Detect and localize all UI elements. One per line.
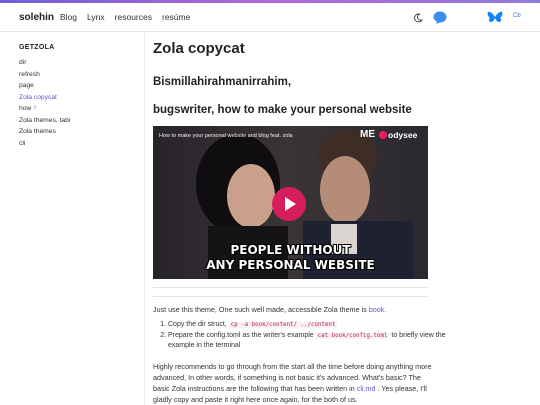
odysee-brand: odysee — [388, 130, 418, 140]
intro-text: Just use this theme, One such well made,… — [153, 305, 369, 314]
list-text: Copy the dir struct, — [168, 321, 229, 328]
language-toggle[interactable]: Cb — [513, 13, 521, 19]
list-item: Copy the dir struct, cp -a book/content/… — [168, 320, 448, 331]
meme-caption-line1: PEOPLE WITHOUT — [230, 243, 351, 257]
site-brand[interactable]: solehin — [19, 12, 54, 23]
intro-paragraph: Just use this theme, One such well made,… — [153, 305, 386, 314]
nav-resources[interactable]: resources — [115, 12, 152, 22]
nav-lynx[interactable]: Lynx — [87, 12, 105, 22]
top-nav: Blog Lynx resources resúme — [60, 12, 190, 22]
divider — [153, 287, 428, 288]
book-link[interactable]: book. — [369, 305, 387, 314]
meme-caption-line2: ANY PERSONAL WEBSITE — [206, 258, 375, 272]
sidebar-item-refresh[interactable]: refresh — [19, 69, 70, 81]
odysee-logo: odysee — [379, 130, 417, 140]
sidebar-item-how[interactable]: how ? — [19, 103, 70, 115]
divider — [153, 296, 428, 297]
meme-me-label: ME — [360, 129, 375, 140]
play-button[interactable] — [272, 187, 306, 221]
sidebar: GETZOLA dir refresh page Zola copycat ho… — [0, 32, 145, 405]
moon-icon[interactable] — [413, 13, 423, 23]
sidebar-item-label: how — [19, 105, 32, 112]
sidebar-item-dir[interactable]: dir — [19, 57, 70, 69]
greeting-heading: Bismillahirahmanirrahim, — [153, 76, 292, 88]
list-text: Prepare the config.toml as the writer's … — [168, 331, 316, 339]
sidebar-item-zola-copycat[interactable]: Zola copycat — [19, 92, 70, 104]
sidebar-item-zola-themes-tabi[interactable]: Zola themes, tabi — [19, 115, 70, 127]
site-header: solehin Blog Lynx resources resúme Cb — [0, 3, 540, 32]
list-item: Prepare the config.toml as the writer's … — [168, 331, 448, 352]
nav-resume[interactable]: resúme — [162, 12, 190, 22]
steps-list: Copy the dir struct, cp -a book/content/… — [153, 320, 448, 352]
chat-bubble-icon[interactable] — [433, 11, 447, 24]
page-title: Zola copycat — [153, 40, 245, 57]
cli-md-link[interactable]: cli.md — [357, 384, 376, 393]
sidebar-item-page[interactable]: page — [19, 80, 70, 92]
video-embed[interactable]: How to make your personal website and bl… — [153, 126, 428, 279]
video-title: How to make your personal website and bl… — [159, 133, 293, 139]
question-mark: ? — [33, 106, 37, 112]
sidebar-title: GETZOLA — [19, 44, 55, 51]
sidebar-item-cli[interactable]: cli — [19, 138, 70, 150]
nav-blog[interactable]: Blog — [60, 12, 77, 22]
sidebar-item-zola-themes[interactable]: Zola themes — [19, 126, 70, 138]
code-snippet[interactable]: cat book/config.toml — [315, 332, 390, 339]
odysee-icon — [379, 131, 387, 139]
code-snippet[interactable]: cp -a book/content/ ../content — [228, 322, 338, 328]
butterfly-icon[interactable] — [487, 11, 503, 25]
sidebar-list: dir refresh page Zola copycat how ? Zola… — [19, 57, 70, 149]
body-paragraph: Highly recommends to go through from the… — [153, 361, 435, 405]
subtitle-heading: bugswriter, how to make your personal we… — [153, 104, 412, 116]
